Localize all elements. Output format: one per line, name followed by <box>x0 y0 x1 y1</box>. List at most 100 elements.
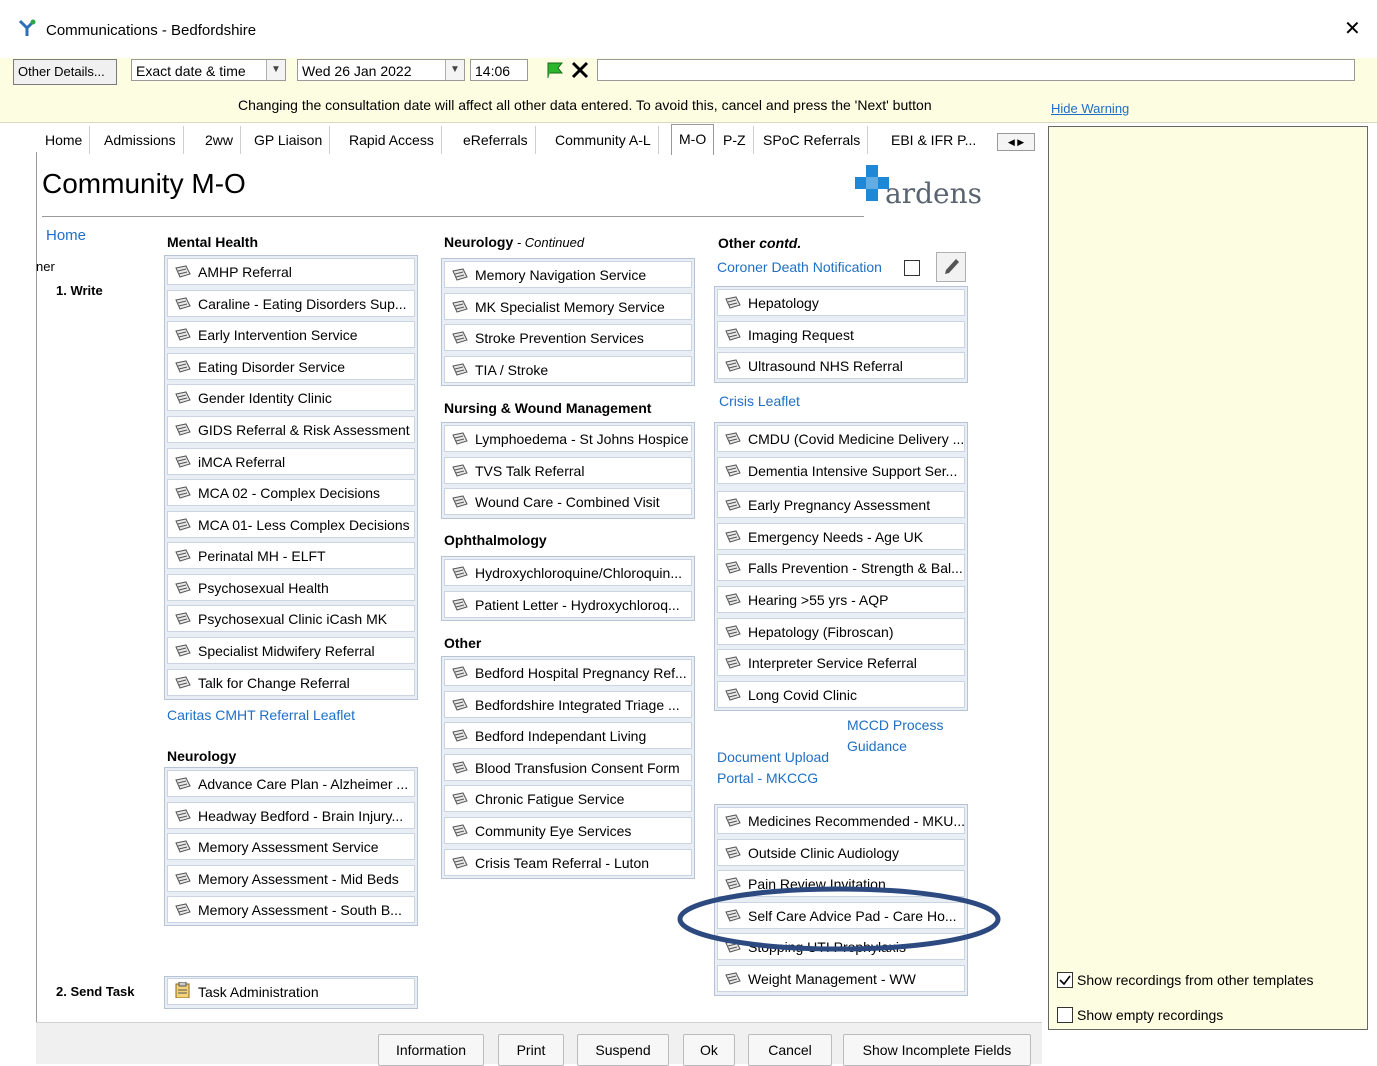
tab-admissions[interactable]: Admissions <box>97 126 184 154</box>
list-item-memory-assessment-south[interactable]: Memory Assessment - South B... <box>167 896 415 923</box>
list-item-crisis-team-luton[interactable]: Crisis Team Referral - Luton <box>444 849 692 876</box>
list-item-falls-prevention[interactable]: Falls Prevention - Strength & Bal... <box>717 554 965 581</box>
tab-ereferrals[interactable]: eReferrals <box>456 126 536 154</box>
list-item-hydroxychloroquine[interactable]: Hydroxychloroquine/Chloroquin... <box>444 559 692 586</box>
list-item-memory-navigation[interactable]: Memory Navigation Service <box>444 261 692 288</box>
flag-confirm-icon[interactable] <box>544 60 566 80</box>
chevron-down-icon[interactable]: ▼ <box>445 60 464 80</box>
show-incomplete-fields-button[interactable]: Show Incomplete Fields <box>843 1034 1031 1066</box>
coroner-death-notification-link[interactable]: Coroner Death Notification <box>717 259 882 275</box>
caritas-leaflet-link[interactable]: Caritas CMHT Referral Leaflet <box>167 707 355 723</box>
task-administration-button[interactable]: Task Administration <box>167 978 415 1005</box>
tab-ebi-ifr[interactable]: EBI & IFR P... <box>884 126 984 154</box>
hide-warning-link[interactable]: Hide Warning <box>1051 101 1129 116</box>
list-item-community-eye[interactable]: Community Eye Services <box>444 817 692 844</box>
list-item-mca-02[interactable]: MCA 02 - Complex Decisions <box>167 479 415 506</box>
list-item-dementia-support[interactable]: Dementia Intensive Support Ser... <box>717 457 965 484</box>
time-field[interactable]: 14:06 <box>470 59 528 81</box>
list-item-lymphoedema[interactable]: Lymphoedema - St Johns Hospice <box>444 425 692 452</box>
suspend-button[interactable]: Suspend <box>577 1034 669 1066</box>
list-item-outside-clinic-audiology[interactable]: Outside Clinic Audiology <box>717 839 965 866</box>
document-icon <box>175 581 191 594</box>
tab-p-z[interactable]: P-Z <box>716 126 754 154</box>
show-recordings-checkbox[interactable] <box>1057 972 1073 988</box>
close-icon[interactable]: ✕ <box>1344 16 1361 41</box>
tab-2ww[interactable]: 2ww <box>198 126 242 154</box>
list-item-memory-assessment-service[interactable]: Memory Assessment Service <box>167 833 415 860</box>
tab-gp-liaison[interactable]: GP Liaison <box>247 126 331 154</box>
document-upload-link-line2[interactable]: Portal - MKCCG <box>717 770 818 786</box>
cancel-button[interactable]: Cancel <box>748 1034 832 1066</box>
list-item-mca-01[interactable]: MCA 01- Less Complex Decisions <box>167 511 415 538</box>
information-button[interactable]: Information <box>378 1034 484 1066</box>
list-item-gender-identity[interactable]: Gender Identity Clinic <box>167 384 415 411</box>
list-item-hepatology-fibroscan[interactable]: Hepatology (Fibroscan) <box>717 618 965 645</box>
list-item-hepatology[interactable]: Hepatology <box>717 289 965 316</box>
list-item-medicines-recommended[interactable]: Medicines Recommended - MKU... <box>717 807 965 834</box>
show-empty-checkbox[interactable] <box>1057 1007 1073 1023</box>
tab-rapid-access[interactable]: Rapid Access <box>342 126 442 154</box>
list-item-long-covid[interactable]: Long Covid Clinic <box>717 681 965 708</box>
chevron-down-icon[interactable]: ▼ <box>266 60 285 80</box>
list-item-psychosexual-clinic[interactable]: Psychosexual Clinic iCash MK <box>167 605 415 632</box>
document-icon <box>175 612 191 625</box>
list-item-bedfordshire-triage[interactable]: Bedfordshire Integrated Triage ... <box>444 691 692 718</box>
list-item-emergency-needs[interactable]: Emergency Needs - Age UK <box>717 523 965 550</box>
list-item-blood-transfusion[interactable]: Blood Transfusion Consent Form <box>444 754 692 781</box>
list-item-patient-letter[interactable]: Patient Letter - Hydroxychloroq... <box>444 591 692 618</box>
list-item-amhp-referral[interactable]: AMHP Referral <box>167 258 415 285</box>
list-item-mk-specialist-memory[interactable]: MK Specialist Memory Service <box>444 293 692 320</box>
document-icon <box>725 593 741 606</box>
cancel-x-icon[interactable] <box>570 61 590 79</box>
coroner-checkbox[interactable] <box>904 260 920 276</box>
list-item-caraline[interactable]: Caraline - Eating Disorders Sup... <box>167 290 415 317</box>
list-item-talk-for-change[interactable]: Talk for Change Referral <box>167 669 415 696</box>
list-item-stroke-prevention[interactable]: Stroke Prevention Services <box>444 324 692 351</box>
tab-m-o[interactable]: M-O <box>671 124 715 155</box>
date-mode-select[interactable]: Exact date & time ▼ <box>131 59 286 81</box>
list-item-imaging-request[interactable]: Imaging Request <box>717 321 965 348</box>
mental-health-heading: Mental Health <box>167 234 259 250</box>
tab-community-a-l[interactable]: Community A-L <box>548 126 659 154</box>
list-item-advance-care-plan[interactable]: Advance Care Plan - Alzheimer ... <box>167 770 415 797</box>
list-item-ultrasound-nhs[interactable]: Ultrasound NHS Referral <box>717 352 965 379</box>
list-item-weight-management[interactable]: Weight Management - WW <box>717 965 965 992</box>
list-item-tia-stroke[interactable]: TIA / Stroke <box>444 356 692 383</box>
ok-button[interactable]: Ok <box>683 1034 735 1066</box>
list-item-headway-bedford[interactable]: Headway Bedford - Brain Injury... <box>167 802 415 829</box>
print-button[interactable]: Print <box>498 1034 564 1066</box>
tab-home[interactable]: Home <box>38 126 91 154</box>
document-upload-link-line1[interactable]: Document Upload <box>717 749 829 765</box>
mccd-process-link-line1[interactable]: MCCD Process <box>847 717 943 733</box>
list-item-interpreter-service[interactable]: Interpreter Service Referral <box>717 649 965 676</box>
list-item-imca-referral[interactable]: iMCA Referral <box>167 448 415 475</box>
home-link[interactable]: Home <box>46 227 86 244</box>
document-icon <box>452 495 468 508</box>
toolbar: Other Details... Exact date & time ▼ Wed… <box>0 58 1377 123</box>
mccd-process-link-line2[interactable]: Guidance <box>847 738 907 754</box>
list-item-early-pregnancy[interactable]: Early Pregnancy Assessment <box>717 491 965 518</box>
list-item-bedford-hospital-pregnancy[interactable]: Bedford Hospital Pregnancy Ref... <box>444 659 692 686</box>
list-item-memory-assessment-mid[interactable]: Memory Assessment - Mid Beds <box>167 865 415 892</box>
list-item-early-intervention[interactable]: Early Intervention Service <box>167 321 415 348</box>
list-item-specialist-midwifery[interactable]: Specialist Midwifery Referral <box>167 637 415 664</box>
list-item-cmdu[interactable]: CMDU (Covid Medicine Delivery ... <box>717 425 965 452</box>
other-details-button[interactable]: Other Details... <box>13 59 117 85</box>
document-icon <box>452 792 468 805</box>
list-item-wound-care[interactable]: Wound Care - Combined Visit <box>444 488 692 515</box>
list-item-eating-disorder[interactable]: Eating Disorder Service <box>167 353 415 380</box>
date-warning-text: Changing the consultation date will affe… <box>238 97 932 113</box>
list-item-perinatal-mh[interactable]: Perinatal MH - ELFT <box>167 542 415 569</box>
list-item-gids-referral[interactable]: GIDS Referral & Risk Assessment <box>167 416 415 443</box>
note-input[interactable] <box>597 59 1355 81</box>
list-item-hearing[interactable]: Hearing >55 yrs - AQP <box>717 586 965 613</box>
tab-spoc-referrals[interactable]: SPoC Referrals <box>756 126 869 154</box>
list-item-chronic-fatigue[interactable]: Chronic Fatigue Service <box>444 785 692 812</box>
date-select[interactable]: Wed 26 Jan 2022 ▼ <box>297 59 465 81</box>
tab-scroll-arrows[interactable]: ◀ ▶ <box>997 133 1035 151</box>
list-item-bedford-independant[interactable]: Bedford Independant Living <box>444 722 692 749</box>
crisis-leaflet-link[interactable]: Crisis Leaflet <box>719 393 800 409</box>
list-item-tvs-talk[interactable]: TVS Talk Referral <box>444 457 692 484</box>
list-item-psychosexual-health[interactable]: Psychosexual Health <box>167 574 415 601</box>
edit-pencil-icon[interactable] <box>936 252 966 282</box>
